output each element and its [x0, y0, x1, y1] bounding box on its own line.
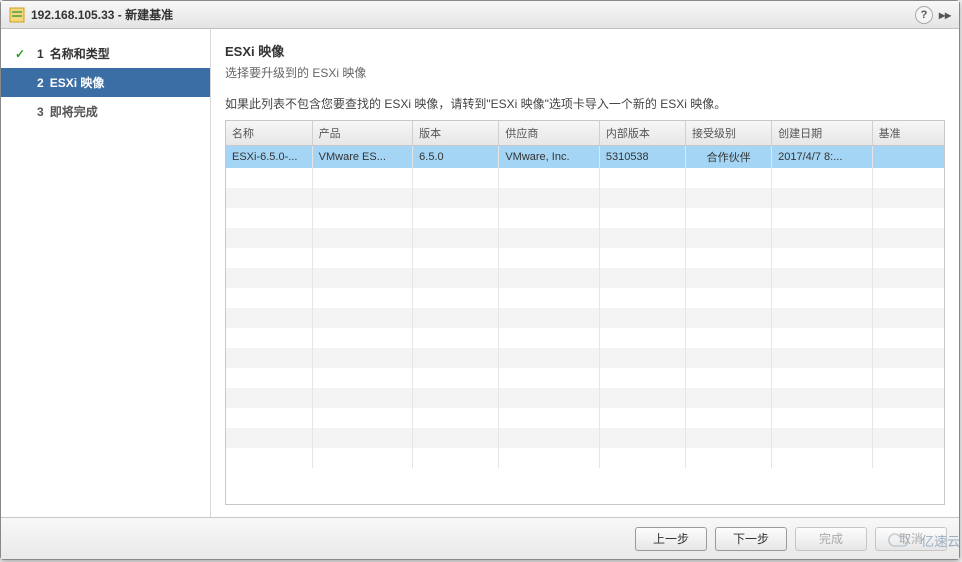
- check-icon: ✓: [15, 47, 31, 61]
- cell-baseline: [872, 146, 944, 169]
- step-label: 名称和类型: [50, 45, 110, 62]
- table-row[interactable]: [226, 168, 944, 188]
- step-label: ESXi 映像: [50, 74, 105, 91]
- col-acceptance[interactable]: 接受级别: [686, 121, 772, 146]
- col-name[interactable]: 名称: [226, 121, 312, 146]
- table-row[interactable]: [226, 428, 944, 448]
- step-number: 1: [37, 47, 44, 61]
- col-vendor[interactable]: 供应商: [499, 121, 600, 146]
- step-number: 2: [37, 76, 44, 90]
- table-row[interactable]: [226, 348, 944, 368]
- table-row[interactable]: [226, 408, 944, 428]
- cell-build: 5310538: [599, 146, 685, 169]
- dialog-body: ✓ 1 名称和类型 ✓ 2 ESXi 映像 ✓ 3 即将完成 ESXi 映像 选…: [1, 29, 959, 517]
- wizard-step-esxi-image[interactable]: ✓ 2 ESXi 映像: [1, 68, 210, 97]
- table-row[interactable]: [226, 208, 944, 228]
- table-row[interactable]: ESXi-6.5.0-... VMware ES... 6.5.0 VMware…: [226, 146, 944, 169]
- dialog-window: 192.168.105.33 - 新建基准 ? ▸▸ ✓ 1 名称和类型 ✓ 2…: [0, 0, 960, 560]
- cell-name: ESXi-6.5.0-...: [226, 146, 312, 169]
- table-row[interactable]: [226, 228, 944, 248]
- table-body: ESXi-6.5.0-... VMware ES... 6.5.0 VMware…: [226, 146, 944, 469]
- window-title: 192.168.105.33 - 新建基准: [31, 6, 915, 23]
- table-row[interactable]: [226, 248, 944, 268]
- back-button[interactable]: 上一步: [635, 527, 707, 551]
- col-build[interactable]: 内部版本: [599, 121, 685, 146]
- wizard-step-finish[interactable]: ✓ 3 即将完成: [1, 97, 210, 126]
- cell-created: 2017/4/7 8:...: [772, 146, 873, 169]
- dialog-footer: 上一步 下一步 完成 取消: [1, 517, 959, 559]
- col-created[interactable]: 创建日期: [772, 121, 873, 146]
- page-subtitle: 选择要升级到的 ESXi 映像: [225, 64, 945, 81]
- image-table: 名称 产品 版本 供应商 内部版本 接受级别 创建日期 基准 ESXi-6.5.: [225, 120, 945, 505]
- cancel-button: 取消: [875, 527, 947, 551]
- cell-vendor: VMware, Inc.: [499, 146, 600, 169]
- cell-acceptance: 合作伙伴: [686, 146, 772, 169]
- main-panel: ESXi 映像 选择要升级到的 ESXi 映像 如果此列表不包含您要查找的 ES…: [211, 29, 959, 517]
- table-row[interactable]: [226, 268, 944, 288]
- wizard-sidebar: ✓ 1 名称和类型 ✓ 2 ESXi 映像 ✓ 3 即将完成: [1, 29, 211, 517]
- window-icon: [9, 7, 25, 23]
- table-row[interactable]: [226, 388, 944, 408]
- step-label: 即将完成: [50, 103, 98, 120]
- table-row[interactable]: [226, 288, 944, 308]
- cell-product: VMware ES...: [312, 146, 413, 169]
- cell-version: 6.5.0: [413, 146, 499, 169]
- wizard-step-name-type[interactable]: ✓ 1 名称和类型: [1, 39, 210, 68]
- table-row[interactable]: [226, 188, 944, 208]
- page-heading: ESXi 映像: [225, 41, 945, 60]
- instruction-text: 如果此列表不包含您要查找的 ESXi 映像，请转到"ESXi 映像"选项卡导入一…: [225, 95, 945, 112]
- table-header-row: 名称 产品 版本 供应商 内部版本 接受级别 创建日期 基准: [226, 121, 944, 146]
- table-row[interactable]: [226, 328, 944, 348]
- title-bar: 192.168.105.33 - 新建基准 ? ▸▸: [1, 1, 959, 29]
- finish-button: 完成: [795, 527, 867, 551]
- table-row[interactable]: [226, 308, 944, 328]
- help-button[interactable]: ?: [915, 6, 933, 24]
- col-version[interactable]: 版本: [413, 121, 499, 146]
- col-baseline[interactable]: 基准: [872, 121, 944, 146]
- expand-icon[interactable]: ▸▸: [939, 8, 951, 22]
- col-product[interactable]: 产品: [312, 121, 413, 146]
- table-row[interactable]: [226, 448, 944, 468]
- next-button[interactable]: 下一步: [715, 527, 787, 551]
- step-number: 3: [37, 105, 44, 119]
- table-row[interactable]: [226, 368, 944, 388]
